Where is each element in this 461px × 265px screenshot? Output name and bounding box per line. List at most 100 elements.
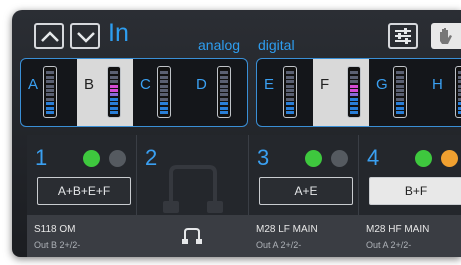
meter-segment	[350, 93, 358, 97]
meter-segment	[220, 111, 228, 114]
hand-icon	[440, 28, 452, 44]
output-number: 3	[257, 145, 270, 170]
level-meter	[283, 66, 297, 118]
meter-segment	[110, 97, 118, 101]
meter-segment	[286, 102, 294, 106]
meter-segment	[286, 111, 294, 114]
app-window: In analog digital A B C D E F G H 1 A+B+…	[12, 10, 461, 257]
meter-segment	[286, 80, 294, 84]
meter-segment	[286, 71, 294, 75]
input-channel-c[interactable]: C	[133, 59, 189, 126]
meter-segment	[220, 80, 228, 84]
meter-segment	[286, 97, 294, 101]
chevron-up-button[interactable]	[34, 23, 64, 49]
status-led-off[interactable]	[331, 150, 348, 167]
chevron-down-button[interactable]	[70, 23, 100, 49]
meter-segment	[46, 93, 54, 97]
meter-segment	[220, 84, 228, 88]
meter-segment	[110, 71, 118, 75]
input-label: In	[108, 19, 129, 47]
meter-segment	[110, 102, 118, 106]
input-channel-b[interactable]: B	[77, 59, 133, 126]
chevron-up-icon	[41, 31, 59, 42]
input-label-c: C	[140, 76, 151, 93]
output-4[interactable]: 4 B+F M28 HF MAIN Out A 2+/2-	[359, 135, 461, 257]
output-1[interactable]: 1 A+B+E+F S118 OM Out B 2+/2-	[27, 135, 137, 257]
group-analog-label: analog	[198, 37, 241, 53]
level-meter	[347, 66, 361, 118]
level-meter	[43, 66, 57, 118]
meter-segment	[160, 75, 168, 79]
output-name: M28 HF MAIN	[366, 224, 430, 235]
output-name: S118 OM	[34, 224, 76, 235]
level-meter	[455, 66, 461, 118]
meter-segment	[286, 75, 294, 79]
input-channel-a[interactable]: A	[21, 59, 77, 126]
status-led-green[interactable]	[83, 150, 100, 167]
meter-segment	[220, 75, 228, 79]
route-button[interactable]: A+B+E+F	[37, 177, 131, 205]
meter-segment	[220, 71, 228, 75]
meter-segment	[220, 97, 228, 101]
meter-segment	[396, 102, 404, 106]
meter-segment	[46, 84, 54, 88]
meter-segment	[46, 80, 54, 84]
route-button[interactable]: A+E	[259, 177, 353, 205]
meter-segment	[350, 102, 358, 106]
chevron-down-icon	[77, 32, 95, 43]
meter-segment	[286, 93, 294, 97]
status-led-off[interactable]	[109, 150, 126, 167]
status-led-green[interactable]	[305, 150, 322, 167]
meter-segment	[110, 111, 118, 114]
output-info: S118 OM Out B 2+/2-	[27, 215, 137, 257]
meter-segment	[396, 111, 404, 114]
input-channel-e[interactable]: E	[257, 59, 313, 126]
meter-segment	[46, 71, 54, 75]
output-2[interactable]: 2	[137, 135, 249, 257]
meter-segment	[350, 97, 358, 101]
meter-segment	[350, 89, 358, 92]
input-channel-f[interactable]: F	[313, 59, 369, 126]
meter-segment	[286, 106, 294, 110]
input-channel-h[interactable]: H	[425, 59, 461, 126]
top-bar: In analog digital	[12, 10, 461, 58]
status-led-orange[interactable]	[441, 150, 458, 167]
output-sub: Out A 2+/2-	[366, 240, 412, 250]
route-button[interactable]: B+F	[369, 177, 461, 205]
meter-segment	[396, 75, 404, 79]
meter-segment	[160, 80, 168, 84]
meter-segment	[396, 71, 404, 75]
meter-segment	[396, 84, 404, 88]
settings-button[interactable]	[388, 23, 418, 49]
meter-segment	[46, 102, 54, 106]
meter-segment	[350, 71, 358, 75]
output-3[interactable]: 3 A+E M28 LF MAIN Out A 2+/2-	[249, 135, 359, 257]
meter-segment	[350, 80, 358, 84]
input-label-e: E	[264, 76, 275, 93]
input-channel-d[interactable]: D	[189, 59, 247, 126]
meter-segment	[160, 93, 168, 97]
hand-button[interactable]	[431, 23, 461, 49]
meter-segment	[46, 75, 54, 79]
output-info: M28 HF MAIN Out A 2+/2-	[359, 215, 461, 257]
status-led-green[interactable]	[415, 150, 432, 167]
meter-segment	[220, 93, 228, 97]
link-icon[interactable]	[181, 227, 203, 245]
meter-segment	[350, 75, 358, 79]
level-meter	[107, 66, 121, 118]
meter-segment	[286, 84, 294, 88]
meter-segment	[110, 106, 118, 110]
meter-segment	[396, 80, 404, 84]
analog-input-bank: A B C D	[20, 58, 248, 127]
input-channel-g[interactable]: G	[369, 59, 425, 126]
meter-segment	[160, 71, 168, 75]
meter-segment	[160, 89, 168, 92]
meter-segment	[350, 106, 358, 110]
output-sub: Out B 2+/2-	[34, 240, 81, 250]
input-label-b: B	[84, 76, 95, 93]
input-label-d: D	[196, 76, 207, 93]
meter-segment	[286, 89, 294, 92]
group-digital-label: digital	[258, 37, 295, 53]
meter-segment	[46, 97, 54, 101]
meter-segment	[110, 89, 118, 92]
